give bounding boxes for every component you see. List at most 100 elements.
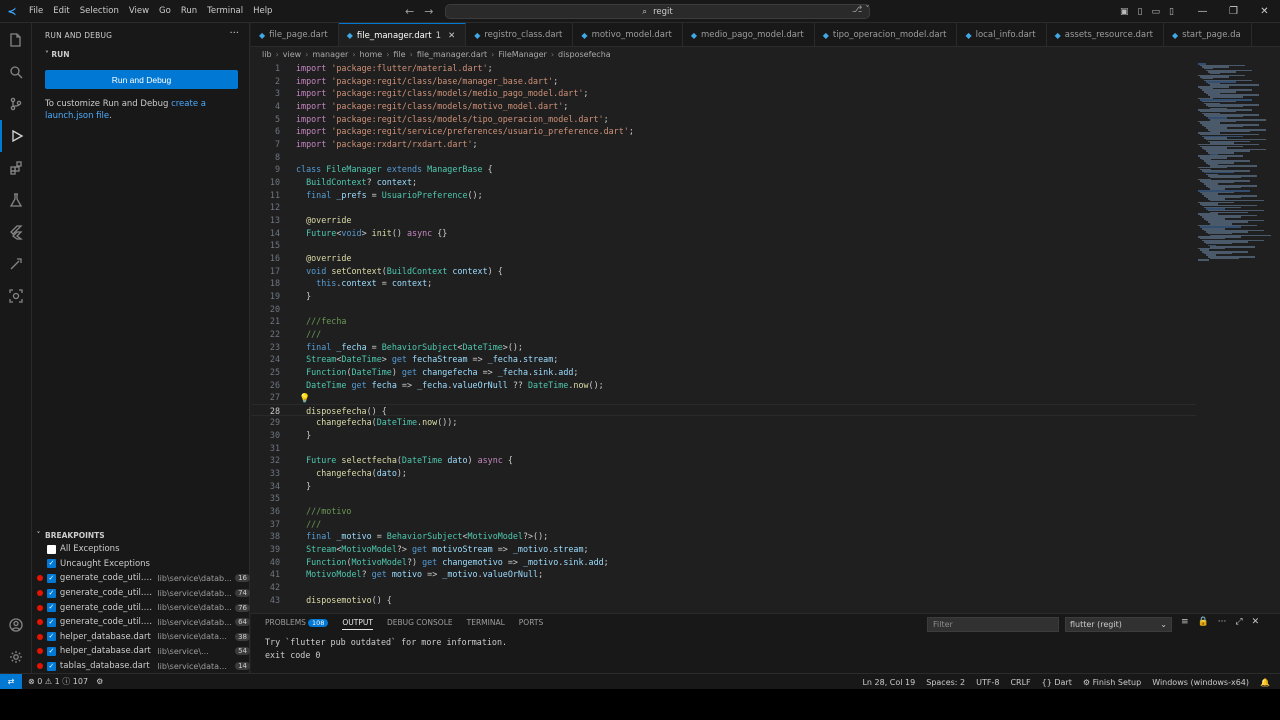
- menu-terminal[interactable]: Terminal: [202, 0, 248, 23]
- menu-selection[interactable]: Selection: [75, 0, 124, 23]
- breakpoint-item[interactable]: ✓ generate_code_util.dart lib\service\data…: [32, 571, 250, 586]
- code-line[interactable]: 35: [251, 492, 1196, 505]
- tab-local-info-dart[interactable]: ◆ local_info.dart: [957, 23, 1047, 46]
- breakpoint-item[interactable]: ✓ tablas_database.dart lib\service\databas…: [32, 659, 250, 674]
- breakpoint-item[interactable]: ✓ helper_database.dart lib\service\... 54: [32, 644, 250, 659]
- lightbulb-icon[interactable]: 💡: [299, 394, 310, 404]
- code-line[interactable]: 31: [251, 442, 1196, 455]
- code-line[interactable]: 24 Stream<DateTime> get fechaStream => _…: [251, 353, 1196, 366]
- menu-go[interactable]: Go: [154, 0, 176, 23]
- close-tab-icon[interactable]: ✕: [448, 31, 455, 41]
- code-line[interactable]: 32 Future selectfecha(DateTime dato) asy…: [251, 454, 1196, 467]
- code-line[interactable]: 1 import 'package:flutter/material.dart';: [251, 62, 1196, 75]
- code-line[interactable]: 37 ///: [251, 518, 1196, 531]
- breadcrumb-item[interactable]: lib: [262, 50, 272, 59]
- run-section-header[interactable]: ˅ RUN: [45, 50, 70, 59]
- panel-tab-terminal[interactable]: TERMINAL: [467, 618, 505, 630]
- tab-file-page-dart[interactable]: ◆ file_page.dart: [251, 23, 339, 46]
- minimap[interactable]: [1196, 61, 1280, 610]
- more-icon[interactable]: ···: [1218, 617, 1227, 627]
- code-line[interactable]: 26 DateTime get fecha => _fecha.valueOrN…: [251, 379, 1196, 392]
- panel-tab-ports[interactable]: PORTS: [519, 618, 543, 630]
- breadcrumb-item[interactable]: file: [393, 50, 405, 59]
- breakpoints-header[interactable]: ˅ BREAKPOINTS: [32, 529, 250, 541]
- breadcrumb-item[interactable]: file_manager.dart: [417, 50, 487, 59]
- code-line[interactable]: 5 import 'package:regit/class/models/tipo…: [251, 113, 1196, 126]
- containers-icon[interactable]: [0, 280, 32, 312]
- lock-scroll-icon[interactable]: 🔒: [1198, 617, 1209, 627]
- code-line[interactable]: 36 ///motivo: [251, 505, 1196, 518]
- finish-setup-button[interactable]: ⚙ Finish Setup: [1083, 678, 1141, 687]
- tab-medio-pago-model-dart[interactable]: ◆ medio_pago_model.dart: [683, 23, 815, 46]
- breakpoint-checkbox[interactable]: ✓: [46, 661, 56, 671]
- breakpoint-checkbox[interactable]: ✓: [46, 573, 56, 583]
- menu-edit[interactable]: Edit: [48, 0, 74, 23]
- code-line[interactable]: 10 BuildContext? context;: [251, 176, 1196, 189]
- accounts-icon[interactable]: [0, 609, 32, 641]
- breakpoint-item[interactable]: ✓ generate_code_util.dart lib\service\data…: [32, 586, 250, 601]
- target-platform[interactable]: Windows (windows-x64): [1152, 678, 1249, 687]
- code-line[interactable]: 25 Function(DateTime) get changefecha =>…: [251, 366, 1196, 379]
- search-view-icon[interactable]: [0, 56, 32, 88]
- code-line[interactable]: 33 changefecha(dato);: [251, 467, 1196, 480]
- customize-layout-icon[interactable]: ▣: [1120, 7, 1129, 17]
- cursor-position[interactable]: Ln 28, Col 19: [862, 678, 915, 687]
- run-and-debug-icon[interactable]: [0, 120, 32, 152]
- breadcrumb-item[interactable]: home: [360, 50, 383, 59]
- tab-assets-resource-dart[interactable]: ◆ assets_resource.dart: [1047, 23, 1164, 46]
- restore-icon[interactable]: ❐: [1218, 0, 1249, 23]
- code-line[interactable]: 2 import 'package:regit/class/base/manage…: [251, 75, 1196, 88]
- copilot-icon[interactable]: ⎇ ˅: [852, 5, 870, 15]
- remote-indicator-icon[interactable]: ⇄: [0, 673, 22, 690]
- remote-explorer-icon[interactable]: [0, 248, 32, 280]
- code-line[interactable]: 41 MotivoModel? get motivo => _motivo.va…: [251, 568, 1196, 581]
- code-line[interactable]: 39 Stream<MotivoModel?> get motivoStream…: [251, 543, 1196, 556]
- code-line[interactable]: 38 final _motivo = BehaviorSubject<Motiv…: [251, 530, 1196, 543]
- code-line[interactable]: 27: [251, 391, 1196, 404]
- code-line[interactable]: 12: [251, 201, 1196, 214]
- tab-motivo-model-dart[interactable]: ◆ motivo_model.dart: [573, 23, 683, 46]
- code-line[interactable]: 16 @override: [251, 252, 1196, 265]
- breakpoint-checkbox[interactable]: ✓: [46, 617, 56, 627]
- tab-registro-class-dart[interactable]: ◆ registro_class.dart: [466, 23, 574, 46]
- code-line[interactable]: 43 disposemotivo() {: [251, 594, 1196, 607]
- code-line[interactable]: 34 }: [251, 480, 1196, 493]
- clear-output-icon[interactable]: ≡: [1181, 617, 1189, 627]
- close-panel-icon[interactable]: ✕: [1252, 617, 1260, 627]
- back-arrow-icon[interactable]: ←: [405, 5, 414, 18]
- code-line[interactable]: 14 Future<void> init() async {}: [251, 227, 1196, 240]
- panel-tab-problems[interactable]: PROBLEMS 108: [265, 618, 329, 630]
- source-control-icon[interactable]: [0, 88, 32, 120]
- code-line[interactable]: 18 this.context = context;: [251, 277, 1196, 290]
- code-line[interactable]: 17 void setContext(BuildContext context)…: [251, 265, 1196, 278]
- language-mode[interactable]: {} Dart: [1042, 678, 1072, 687]
- code-line[interactable]: 8: [251, 151, 1196, 164]
- breakpoint-checkbox[interactable]: ✓: [46, 588, 56, 598]
- run-and-debug-button[interactable]: Run and Debug: [45, 70, 238, 89]
- end-of-line[interactable]: CRLF: [1010, 678, 1030, 687]
- code-line[interactable]: 4 import 'package:regit/class/models/moti…: [251, 100, 1196, 113]
- menu-file[interactable]: File: [24, 0, 48, 23]
- breakpoint-item[interactable]: ✓ generate_code_util.dart lib\service\data…: [32, 600, 250, 615]
- code-line[interactable]: 22 ///: [251, 328, 1196, 341]
- code-line[interactable]: 29 changefecha(DateTime.now());: [251, 416, 1196, 429]
- problems-status[interactable]: ⊗ 0 ⚠ 1 ⓘ 107: [28, 676, 88, 687]
- breadcrumb-item[interactable]: view: [283, 50, 301, 59]
- tab-start-page-da[interactable]: ◆ start_page.da: [1164, 23, 1252, 46]
- code-line[interactable]: 7 import 'package:rxdart/rxdart.dart';: [251, 138, 1196, 151]
- code-line[interactable]: 21 ///fecha: [251, 315, 1196, 328]
- code-line[interactable]: 28 disposefecha() {: [251, 403, 1196, 417]
- manage-gear-icon[interactable]: [0, 641, 32, 673]
- minimize-icon[interactable]: —: [1187, 0, 1218, 23]
- toggle-panel-icon[interactable]: ▭: [1151, 7, 1160, 17]
- debug-launch-icon[interactable]: ⚙: [96, 677, 103, 686]
- notifications-icon[interactable]: 🔔: [1260, 678, 1270, 687]
- tab-tipo-operacion-model-dart[interactable]: ◆ tipo_operacion_model.dart: [815, 23, 958, 46]
- menu-view[interactable]: View: [124, 0, 154, 23]
- command-center-search[interactable]: ⌕ regit: [445, 4, 870, 19]
- breadcrumb-item[interactable]: FileManager: [498, 50, 546, 59]
- breakpoint-item[interactable]: ✓ generate_code_util.dart lib\service\data…: [32, 615, 250, 630]
- breakpoint-checkbox[interactable]: ✓: [47, 559, 56, 569]
- code-line[interactable]: 42: [251, 581, 1196, 594]
- testing-icon[interactable]: [0, 184, 32, 216]
